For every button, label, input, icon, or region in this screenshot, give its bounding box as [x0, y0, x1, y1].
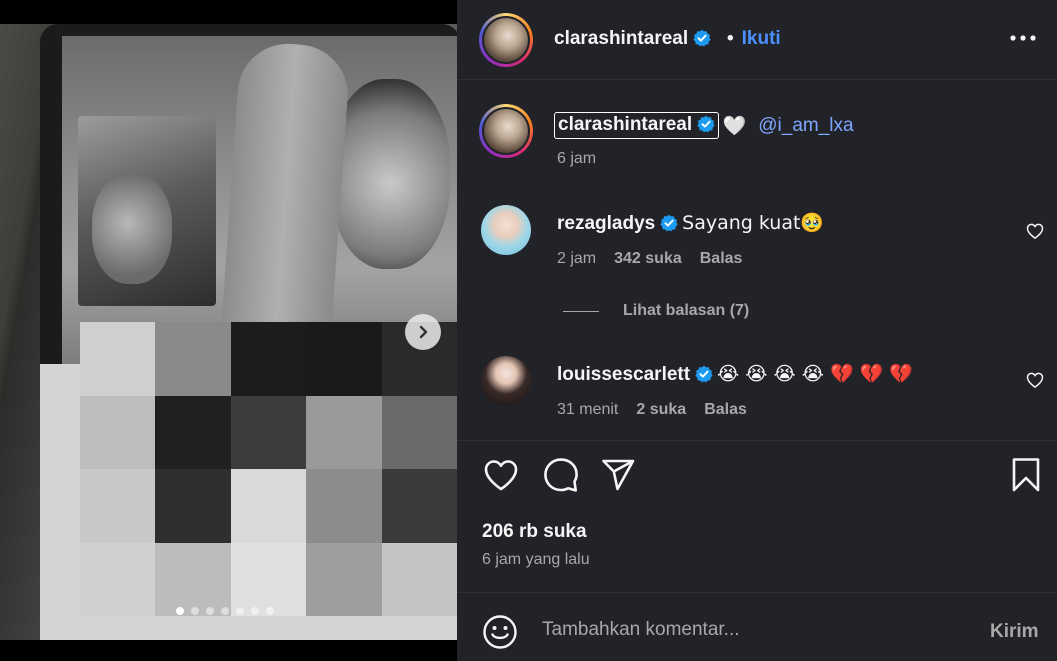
caption-avatar[interactable]: [479, 104, 533, 158]
mosaic-cell: [80, 542, 156, 616]
carousel-indicator: [176, 607, 274, 615]
mosaic-cell: [381, 542, 457, 616]
emoji-icon[interactable]: [481, 613, 519, 651]
author-avatar[interactable]: [479, 13, 533, 67]
more-options-button[interactable]: [1007, 26, 1039, 50]
comment-time: 2 jam: [557, 250, 597, 267]
like-comment-icon[interactable]: [1025, 370, 1045, 390]
commenter-username[interactable]: rezagladys: [557, 213, 655, 234]
mosaic-cell: [80, 395, 156, 469]
heart-icon[interactable]: [481, 455, 521, 495]
post-viewer: clarashintareal • Ikuti clarashintareal …: [0, 0, 1057, 661]
next-slide-button[interactable]: [405, 314, 441, 350]
view-replies-button[interactable]: Lihat balasan (7): [563, 302, 749, 320]
mosaic-cell: [155, 542, 231, 616]
mosaic-cell: [381, 469, 457, 543]
mosaic-cell: [230, 542, 307, 616]
mosaic-cell: [306, 542, 382, 616]
verified-badge-icon: [694, 365, 713, 383]
caption-username[interactable]: clarashintareal: [558, 114, 692, 135]
like-comment-icon[interactable]: [1025, 221, 1045, 241]
mosaic-cell: [155, 395, 231, 469]
mosaic-cell: [306, 469, 382, 543]
mosaic-cell: [230, 395, 307, 469]
mosaic-cell: [306, 322, 382, 396]
mosaic-cell: [306, 395, 382, 469]
commenter-username[interactable]: louissescarlett: [557, 364, 690, 385]
carousel-dot: [266, 607, 274, 615]
post-media[interactable]: [0, 0, 457, 661]
mosaic-cell: [155, 322, 231, 396]
mosaic-cell: [230, 469, 307, 543]
send-button[interactable]: Kirim: [990, 621, 1039, 643]
carousel-dot: [251, 607, 259, 615]
reply-button[interactable]: Balas: [704, 401, 747, 419]
post-details-panel: clarashintareal • Ikuti clarashintareal …: [457, 0, 1057, 661]
verified-badge-icon: [693, 29, 712, 47]
carousel-dot: [206, 607, 214, 615]
post-timestamp: 6 jam yang lalu: [482, 551, 590, 568]
likes-count[interactable]: 206 rb suka: [482, 521, 587, 543]
share-icon[interactable]: [599, 455, 639, 495]
caption-mention-link[interactable]: @i_am_lxa: [758, 115, 853, 137]
comment-likes[interactable]: 2 suka: [636, 401, 686, 419]
carousel-dot: [221, 607, 229, 615]
verified-badge-icon: [660, 214, 678, 232]
mosaic-cell: [230, 322, 307, 396]
comment-time: 31 menit: [557, 401, 619, 418]
comment-item: louissescarlett 😭 😭 😭 😭 💔 💔 💔 31 menit 2…: [457, 351, 1057, 431]
bookmark-icon[interactable]: [1006, 455, 1046, 495]
chevron-right-icon: [419, 325, 428, 339]
pixelated-censor: [80, 322, 457, 616]
comment-input[interactable]: [542, 615, 962, 645]
author-username[interactable]: clarashintareal: [554, 28, 688, 49]
comment-text: Sayang kuat🥹: [682, 212, 825, 234]
carousel-dot: [236, 607, 244, 615]
reply-button[interactable]: Balas: [700, 250, 743, 268]
comment-text: 😭 😭 😭 😭 💔 💔 💔: [716, 363, 913, 385]
caption-time: 6 jam: [557, 150, 597, 167]
more-options-icon: [1010, 35, 1036, 41]
verified-badge-icon: [696, 115, 715, 133]
commenter-avatar[interactable]: [481, 205, 531, 255]
comment-icon[interactable]: [541, 455, 581, 495]
carousel-dot: [191, 607, 199, 615]
comment-likes[interactable]: 342 suka: [614, 250, 682, 268]
caption-heart-emoji: 🤍: [722, 115, 747, 137]
mosaic-cell: [155, 469, 231, 543]
comment-composer: Kirim: [457, 592, 1057, 661]
commenter-avatar[interactable]: [481, 356, 531, 406]
carousel-dot: [176, 607, 184, 615]
follow-button[interactable]: Ikuti: [742, 28, 781, 49]
caption: clarashintareal 🤍 @i_am_lxa 6 jam: [457, 100, 1057, 180]
mosaic-cell: [381, 395, 457, 469]
post-header: clarashintareal • Ikuti: [457, 0, 1057, 80]
mosaic-cell: [80, 469, 156, 543]
mosaic-cell: [80, 322, 156, 396]
comment-item: rezagladys Sayang kuat🥹 2 jam 342 suka B…: [457, 200, 1057, 280]
